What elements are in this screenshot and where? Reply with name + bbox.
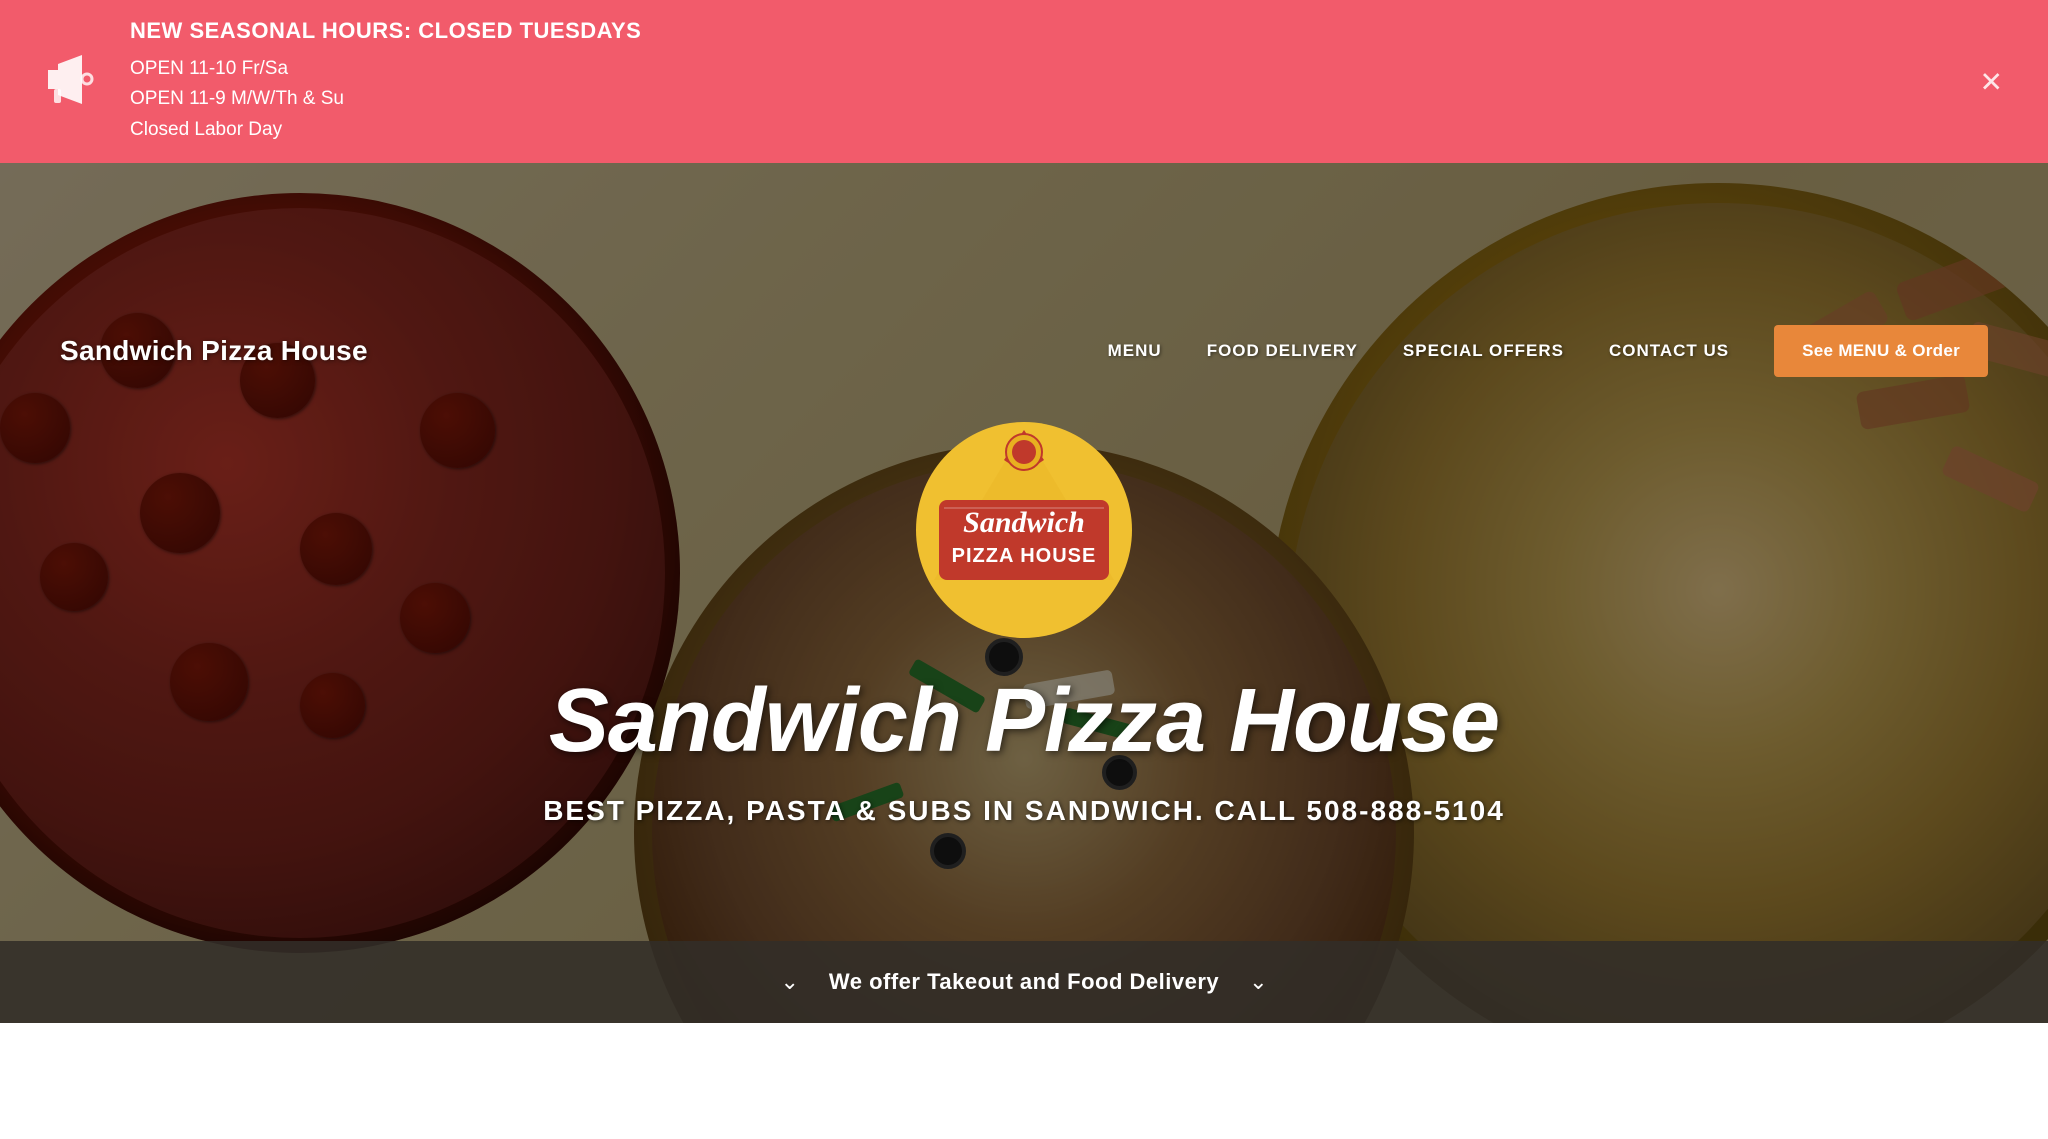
svg-text:Sandwich: Sandwich — [963, 506, 1085, 539]
nav-contact-us[interactable]: CONTACT US — [1609, 341, 1729, 361]
hero-subtitle: BEST PIZZA, PASTA & SUBS IN SANDWICH. CA… — [543, 795, 1505, 827]
banner-line1: OPEN 11-10 Fr/Sa — [130, 54, 641, 84]
nav-links: MENU FOOD DELIVERY SPECIAL OFFERS CONTAC… — [1108, 325, 1988, 377]
nav-food-delivery[interactable]: FOOD DELIVERY — [1207, 341, 1358, 361]
banner-headline: NEW SEASONAL HOURS: CLOSED TUESDAYS — [130, 18, 641, 44]
chevron-down-right-icon: ⌄ — [1249, 969, 1267, 995]
svg-text:PIZZA HOUSE: PIZZA HOUSE — [952, 545, 1097, 567]
hero-title: Sandwich Pizza House — [549, 670, 1499, 773]
close-banner-button[interactable]: ✕ — [1980, 65, 2003, 98]
hero-content: Sandwich PIZZA HOUSE Sandwich Pizza Hous… — [0, 163, 2048, 1023]
restaurant-logo: Sandwich PIZZA HOUSE — [914, 420, 1134, 640]
megaphone-icon — [40, 52, 100, 112]
navbar: Sandwich Pizza House MENU FOOD DELIVERY … — [0, 303, 2048, 399]
nav-special-offers[interactable]: SPECIAL OFFERS — [1403, 341, 1564, 361]
banner-line3: Closed Labor Day — [130, 115, 641, 145]
chevron-down-left-icon: ⌄ — [780, 969, 798, 995]
banner-line2: OPEN 11-9 M/W/Th & Su — [130, 84, 641, 114]
order-button[interactable]: See MENU & Order — [1774, 325, 1988, 377]
site-title: Sandwich Pizza House — [60, 335, 368, 367]
announcement-text: NEW SEASONAL HOURS: CLOSED TUESDAYS OPEN… — [130, 18, 641, 145]
nav-menu[interactable]: MENU — [1108, 341, 1162, 361]
bottom-bar-text: We offer Takeout and Food Delivery — [829, 969, 1219, 995]
hero-section: Sandwich Pizza House MENU FOOD DELIVERY … — [0, 163, 2048, 1023]
announcement-banner: NEW SEASONAL HOURS: CLOSED TUESDAYS OPEN… — [0, 0, 2048, 163]
bottom-bar: ⌄ We offer Takeout and Food Delivery ⌄ — [0, 941, 2048, 1023]
